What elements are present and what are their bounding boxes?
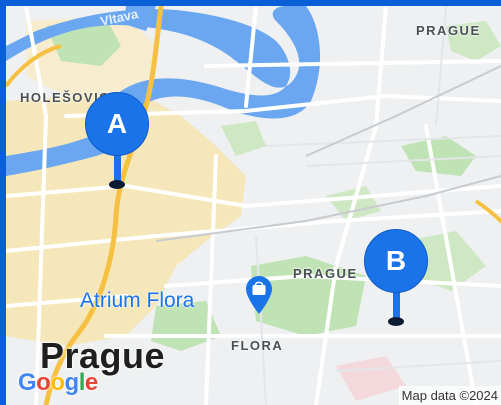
- map-frame: Vltava PRAGUE HOLEŠOVICE PRAGUE FLORA At…: [0, 0, 501, 405]
- district-label-prague-ne: PRAGUE: [416, 23, 481, 38]
- pin-anchor: [109, 180, 125, 189]
- district-label-flora: FLORA: [231, 338, 284, 353]
- park: [401, 136, 476, 176]
- poi-label-atrium-flora[interactable]: Atrium Flora: [80, 289, 194, 313]
- map-attribution[interactable]: Map data ©2024: [398, 386, 501, 405]
- google-logo: Google: [18, 369, 98, 396]
- marker-label-a: A: [106, 108, 128, 139]
- pin-anchor: [388, 317, 404, 326]
- marker-label-b: B: [385, 245, 407, 276]
- district-label-prague-center: PRAGUE: [293, 266, 358, 281]
- hospital-area: [336, 356, 406, 401]
- map-canvas[interactable]: Vltava PRAGUE HOLEŠOVICE PRAGUE FLORA At…: [6, 6, 501, 405]
- map-pin-icon-a[interactable]: A: [85, 92, 149, 192]
- park: [221, 121, 266, 156]
- map-pin-icon-b[interactable]: B: [364, 229, 428, 329]
- shopping-bag-icon[interactable]: [246, 276, 272, 314]
